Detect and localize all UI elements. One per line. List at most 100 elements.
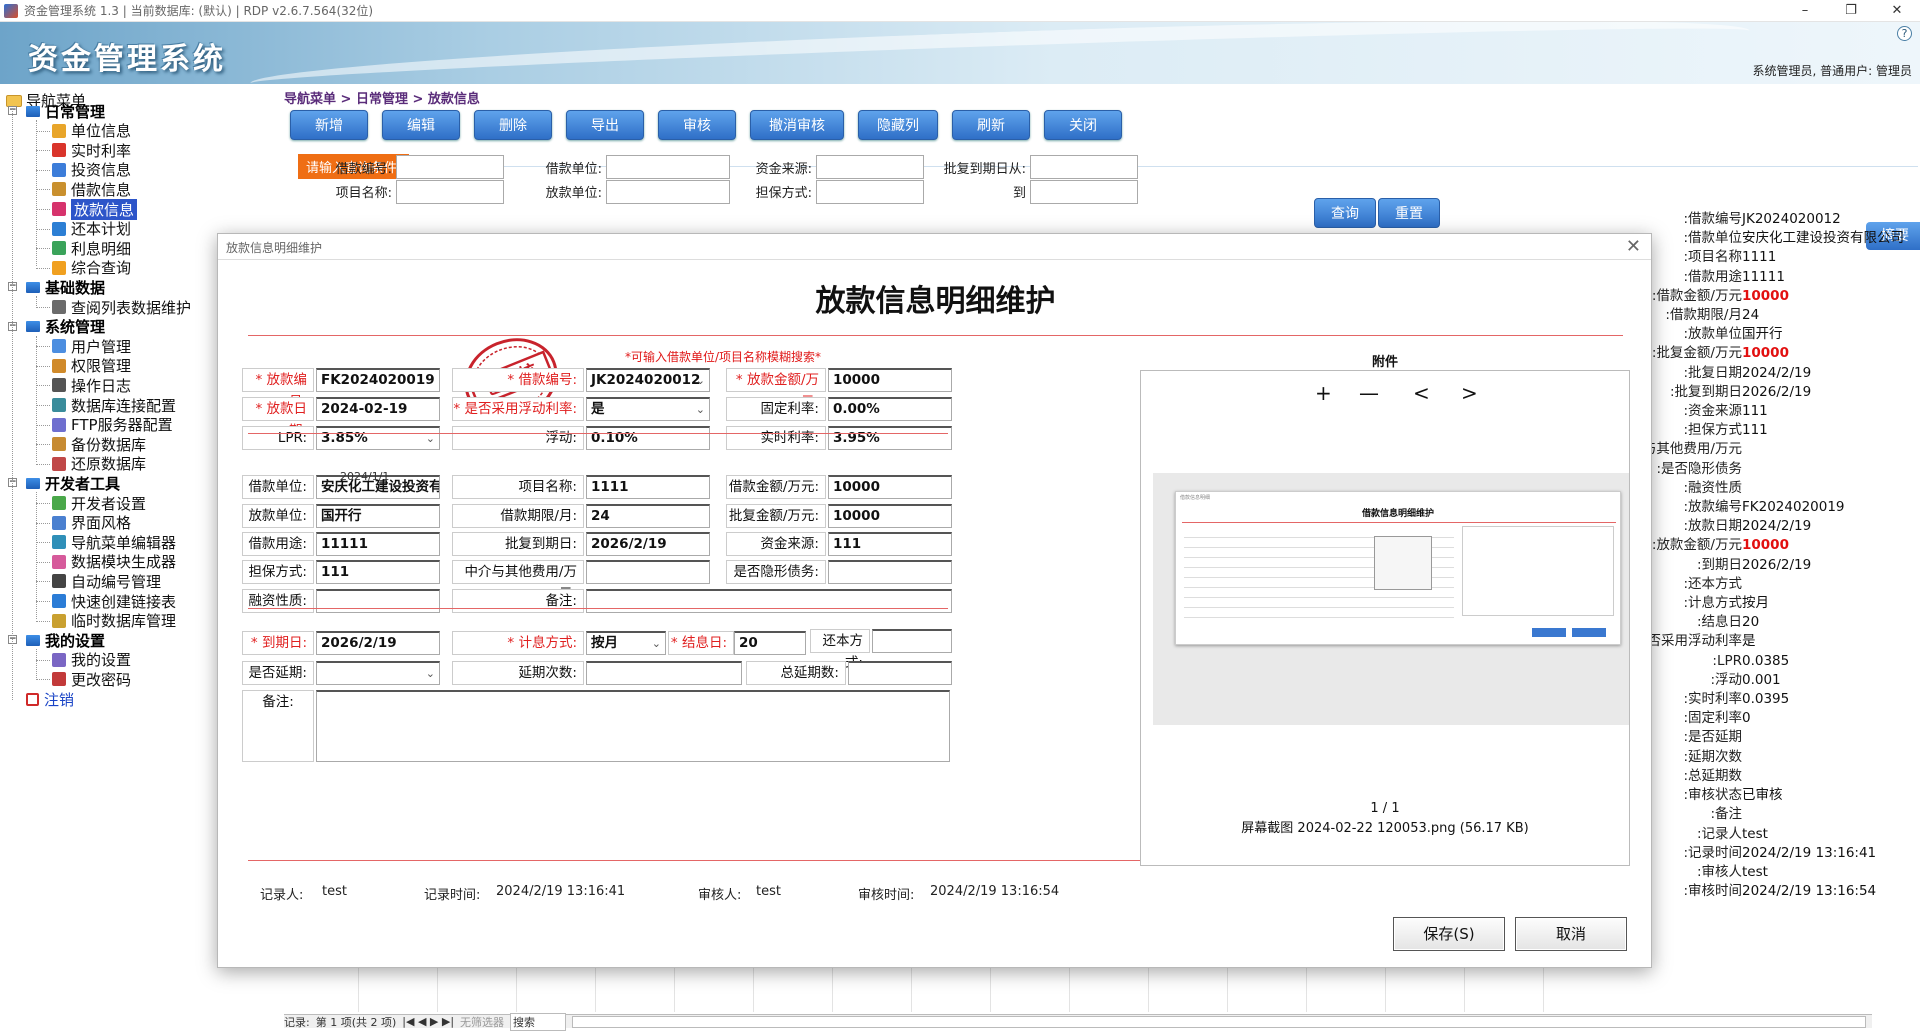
query-guarantee-input[interactable] (816, 180, 924, 204)
audit-time-label: 审核时间: (858, 888, 915, 903)
field-input-remark2[interactable] (316, 690, 950, 762)
field-input-settle-day[interactable]: 20 (734, 631, 806, 655)
summary-key: 中介与其他费用/万元: (1652, 441, 1742, 458)
dialog-close-icon[interactable]: ✕ (1626, 236, 1641, 257)
folder-icon (26, 105, 40, 117)
header-banner: 资金管理系统 ? 系统管理员, 普通用户: 管理员 (0, 22, 1920, 84)
nav-item-icon (52, 496, 66, 510)
field-value: 2024-02-19 (321, 401, 408, 417)
close-button[interactable]: 关闭 (1044, 110, 1122, 140)
query-label-to: 到 (1012, 186, 1026, 201)
field-input-guarantee[interactable]: 111 (316, 560, 440, 584)
field-input-jk-amount[interactable]: 10000 (828, 475, 952, 499)
field-value: 2026/2/19 (591, 536, 667, 552)
summary-key: 是否隐形债务: (1656, 460, 1742, 477)
export-button[interactable]: 导出 (566, 110, 644, 140)
field-input-fk-date[interactable]: 2024-02-19 (316, 397, 440, 421)
chevron-down-icon[interactable]: ⌄ (652, 633, 661, 654)
field-input-float-flag[interactable]: 是 ⌄ (586, 397, 710, 421)
unaudit-button[interactable]: 撤消审核 (750, 110, 844, 140)
field-input-remark1[interactable] (586, 589, 952, 613)
cancel-button[interactable]: 取消 (1515, 917, 1627, 951)
chevron-down-icon[interactable]: ⌄ (696, 370, 705, 391)
edit-button[interactable]: 编辑 (382, 110, 460, 140)
summary-value: JK2024020012 (1742, 211, 1841, 227)
summary-key: 备注: (1710, 806, 1742, 823)
next-attachment-icon[interactable]: > (1461, 381, 1478, 405)
field-input-float[interactable]: 0.10% (586, 426, 710, 450)
summary-value: 2024/2/19 (1742, 518, 1812, 535)
filter-indicator[interactable]: 无筛选器 (460, 1014, 504, 1030)
query-borrower-input[interactable] (606, 155, 730, 179)
hide-column-button[interactable]: 隐藏列 (858, 110, 938, 140)
attachment-preview[interactable]: 借款信息明细 借款信息明细维护 (1153, 473, 1629, 725)
field-input-jk-no[interactable]: JK2024020012 ⌄ (586, 368, 710, 392)
nav-group-label: 我的设置 (45, 631, 106, 650)
field-input-fees[interactable] (586, 560, 710, 584)
query-due-from-input[interactable] (1030, 155, 1138, 179)
minimize-button[interactable]: – (1782, 0, 1828, 22)
summary-panel: 借款编号: JK2024020012 借款单位: 安庆化工建设投资有限公司 项目名称: 1… (1652, 210, 1920, 901)
field-input-due-date[interactable]: 2026/2/19 (316, 631, 440, 655)
query-due-to-input[interactable] (1030, 180, 1138, 204)
field-input-fund-source[interactable]: 111 (828, 532, 952, 556)
summary-key: 浮动: (1710, 671, 1742, 688)
maximize-button[interactable]: ❐ (1828, 0, 1874, 22)
save-button[interactable]: 保存(S) (1393, 917, 1505, 951)
summary-value: test (1742, 863, 1768, 880)
field-input-approved-due[interactable]: 2026/2/19 (586, 532, 710, 556)
close-window-button[interactable]: ✕ (1874, 0, 1920, 22)
audit-button[interactable]: 审核 (658, 110, 736, 140)
field-value: 111 (833, 536, 862, 552)
help-icon[interactable]: ? (1897, 26, 1912, 41)
query-button[interactable]: 查询 (1314, 198, 1376, 228)
field-input-realtime-rate[interactable]: 3.95% (828, 426, 952, 450)
field-input-term[interactable]: 24 (586, 504, 710, 528)
field-input-extended[interactable]: ⌄ (316, 661, 440, 685)
chevron-down-icon[interactable]: ⌄ (426, 428, 435, 449)
add-attachment-icon[interactable]: + (1315, 381, 1332, 405)
field-input-fk-no[interactable]: FK2024020019 (316, 368, 440, 392)
field-input-lpr[interactable]: 3.85% ⌄ (316, 426, 440, 450)
field-input-ext-times[interactable] (586, 661, 742, 685)
field-label-lender: 放款单位: (242, 504, 314, 528)
field-input-interest-method[interactable]: 按月 ⌄ (586, 631, 666, 655)
field-input-hidden-debt[interactable] (828, 560, 952, 584)
query-project-input[interactable] (396, 180, 504, 204)
field-input-approved-amount[interactable]: 10000 (828, 504, 952, 528)
query-lender-input[interactable] (606, 180, 730, 204)
field-input-purpose[interactable]: 11111 (316, 532, 440, 556)
chevron-down-icon[interactable]: ⌄ (696, 399, 705, 420)
field-input-nature[interactable] (316, 589, 440, 613)
nav-item-icon (52, 123, 66, 138)
field-input-project[interactable]: 1111 (586, 475, 710, 499)
field-input-ext-total[interactable] (848, 661, 952, 685)
prev-attachment-icon[interactable]: < (1413, 381, 1430, 405)
summary-key: 审核人: (1696, 863, 1742, 880)
add-button[interactable]: 新增 (290, 110, 368, 140)
query-fund-source-input[interactable] (816, 155, 924, 179)
summary-row: 结息日: 20 (1652, 613, 1920, 632)
refresh-button[interactable]: 刷新 (952, 110, 1030, 140)
chevron-down-icon[interactable]: ⌄ (426, 663, 435, 684)
nav-item-label: 用户管理 (71, 337, 132, 356)
nav-logout[interactable]: 注销 (26, 688, 74, 710)
field-value: 24 (591, 508, 610, 524)
summary-row: 批复到期日: 2026/2/19 (1652, 383, 1920, 402)
delete-button[interactable]: 删除 (474, 110, 552, 140)
banner-decoration (249, 22, 1751, 84)
remove-attachment-icon[interactable]: — (1359, 381, 1379, 405)
field-input-fk-amount[interactable]: 10000 (828, 368, 952, 392)
reset-button[interactable]: 重置 (1378, 198, 1440, 228)
field-input-fixed-rate[interactable]: 0.00% (828, 397, 952, 421)
summary-key: 项目名称: (1683, 249, 1742, 266)
field-input-lender[interactable]: 国开行 (316, 504, 440, 528)
horizontal-scrollbar[interactable] (572, 1015, 1866, 1028)
summary-key: 资金来源: (1683, 403, 1742, 420)
summary-value: 已审核 (1742, 787, 1783, 804)
field-input-repay-method[interactable] (872, 629, 952, 653)
field-value: 20 (739, 635, 758, 651)
query-jk-no-input[interactable] (396, 155, 504, 179)
record-nav-buttons[interactable]: |◀ ◀ ▶ ▶| (402, 1015, 454, 1028)
field-label-extended: 是否延期: (242, 661, 314, 685)
